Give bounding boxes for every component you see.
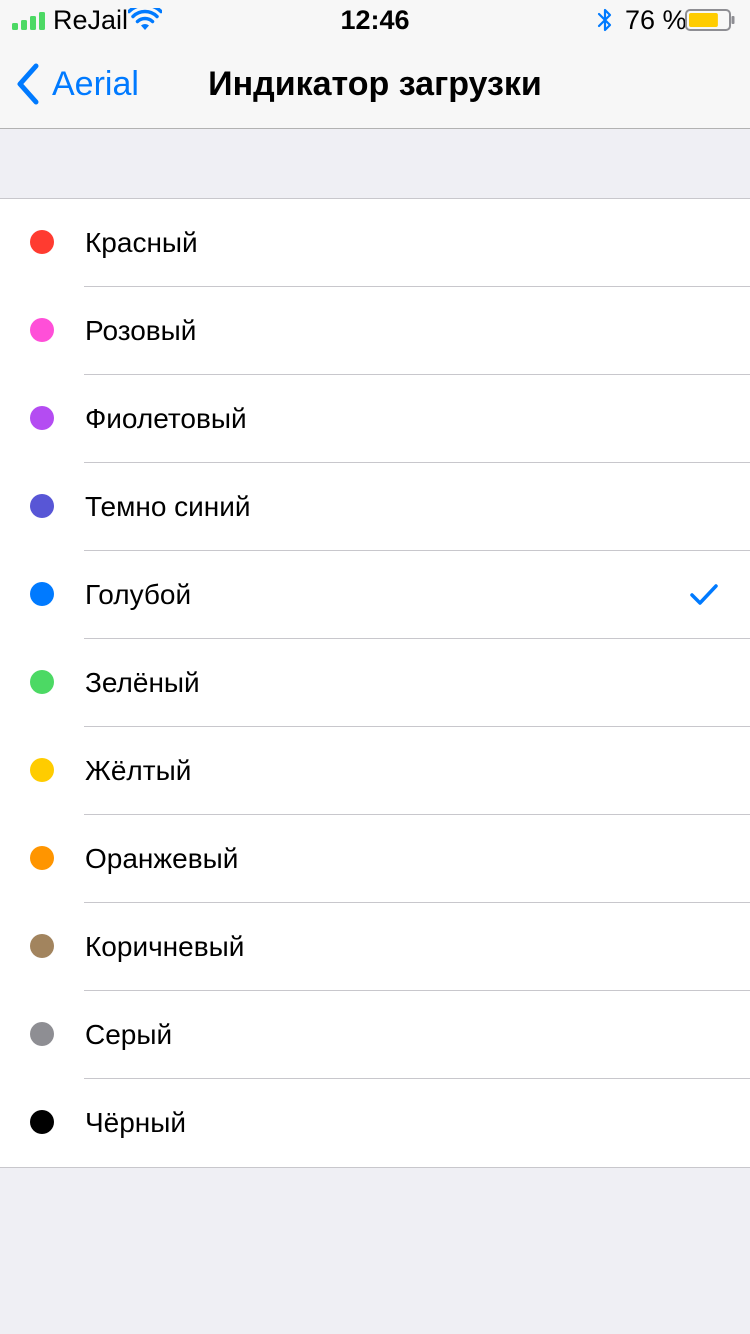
list-item-label: Оранжевый xyxy=(85,843,239,874)
bluetooth-icon xyxy=(597,8,612,32)
color-swatch xyxy=(30,230,54,254)
list-item-label: Розовый xyxy=(85,315,197,346)
page-title: Индикатор загрузки xyxy=(208,65,542,103)
color-swatch xyxy=(30,846,54,870)
color-swatch xyxy=(30,494,54,518)
color-swatch xyxy=(30,318,54,342)
color-list: Красный Розовый Фиолетовый Темно синий Голуб… xyxy=(0,198,750,1168)
list-item[interactable]: Красный xyxy=(0,199,750,287)
battery-icon xyxy=(685,9,735,31)
color-swatch xyxy=(30,406,54,430)
list-item[interactable]: Жёлтый xyxy=(0,727,750,815)
battery-fill xyxy=(689,13,718,27)
color-swatch xyxy=(30,758,54,782)
list-item[interactable]: Голубой xyxy=(0,551,750,639)
status-bar: ReJail 12:46 76 % xyxy=(0,0,750,40)
list-item[interactable]: Коричневый xyxy=(0,903,750,991)
list-item[interactable]: Зелёный xyxy=(0,639,750,727)
list-item-label: Серый xyxy=(85,1019,173,1050)
color-swatch xyxy=(30,1110,54,1134)
list-item-label: Красный xyxy=(85,227,198,258)
list-item[interactable]: Серый xyxy=(0,991,750,1079)
list-item-label: Фиолетовый xyxy=(85,403,247,434)
color-swatch xyxy=(30,934,54,958)
list-item[interactable]: Фиолетовый xyxy=(0,375,750,463)
list-item[interactable]: Розовый xyxy=(0,287,750,375)
color-swatch xyxy=(30,1022,54,1046)
list-item-label: Темно синий xyxy=(85,491,251,522)
list-item[interactable]: Чёрный xyxy=(0,1079,750,1167)
list-item-label: Чёрный xyxy=(85,1107,187,1138)
screen: ReJail 12:46 76 % Aerial Индикатор загру… xyxy=(0,0,750,1334)
list-item-label: Зелёный xyxy=(85,667,200,698)
list-item-label: Коричневый xyxy=(85,931,245,962)
list-item-label: Жёлтый xyxy=(85,755,192,786)
list-item[interactable]: Оранжевый xyxy=(0,815,750,903)
checkmark-icon xyxy=(690,584,718,605)
color-swatch xyxy=(30,582,54,606)
navigation-bar: Aerial Индикатор загрузки xyxy=(0,40,750,129)
battery-percentage: 76 % xyxy=(625,5,687,35)
list-item-label: Голубой xyxy=(85,579,192,610)
color-swatch xyxy=(30,670,54,694)
list-item[interactable]: Темно синий xyxy=(0,463,750,551)
